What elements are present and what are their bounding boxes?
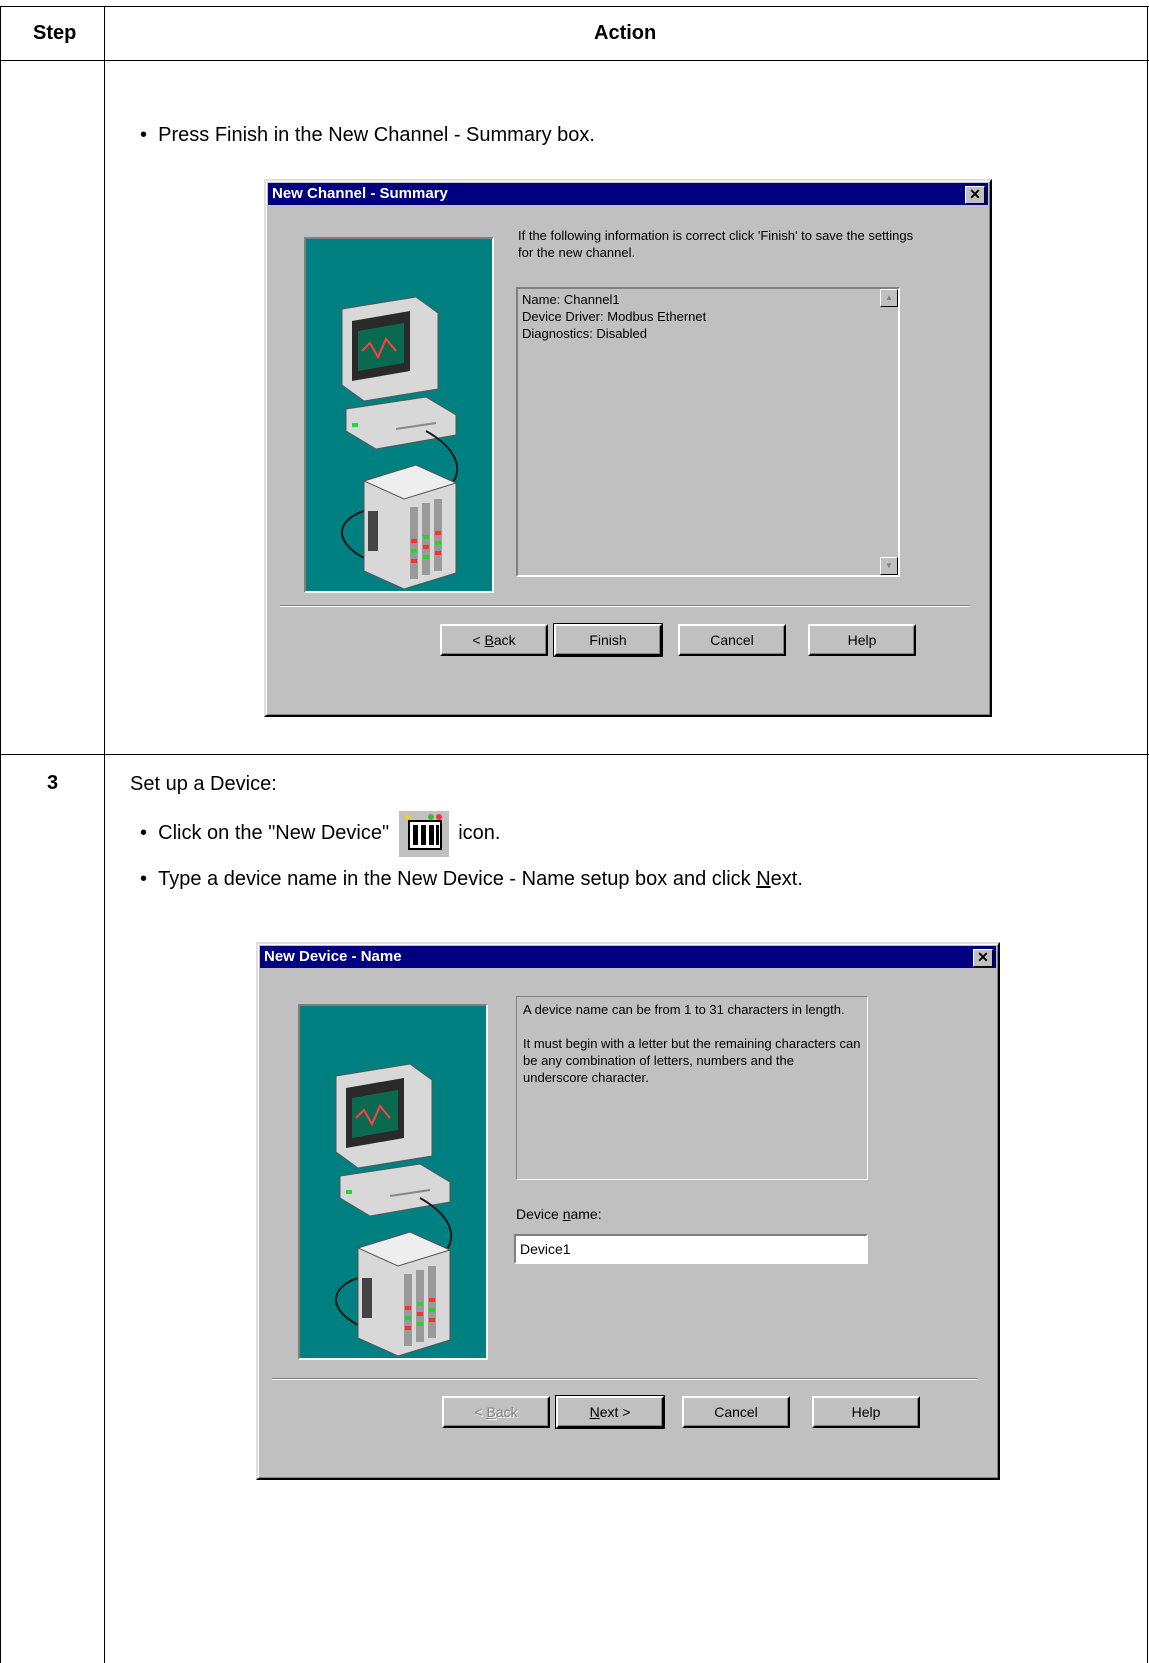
row1-bullet-text: Press Finish in the New Channel - Summar… — [158, 124, 595, 146]
new-channel-summary-dialog: New Channel - Summary ✕ If the following… — [264, 179, 992, 717]
list-item: Diagnostics: Disabled — [522, 326, 648, 341]
back-button[interactable]: < Back — [440, 624, 548, 656]
device-rack-icon — [362, 464, 458, 590]
dialog-title: New Device - Name — [264, 948, 402, 965]
header-action: Action — [594, 22, 657, 44]
computer-device-illustration — [341, 296, 459, 590]
device-name-input[interactable]: Device1 — [514, 1234, 868, 1264]
row2-bullet2: • Type a device name in the New Device -… — [140, 868, 803, 890]
scroll-down-icon[interactable]: ▼ — [880, 557, 898, 575]
close-button[interactable]: ✕ — [965, 186, 985, 204]
list-item: Device Driver: Modbus Ethernet — [522, 309, 707, 324]
scroll-up-icon[interactable]: ▲ — [880, 289, 898, 307]
next-button[interactable]: Next > — [555, 1395, 665, 1429]
help-button[interactable]: Help — [808, 624, 916, 656]
computer-icon — [341, 296, 457, 450]
list-item: Name: Channel1 — [522, 292, 620, 307]
header-step: Step — [33, 22, 77, 44]
procedure-table: Step Action • Press Finish in the New Ch… — [0, 0, 1149, 1663]
illustration-panel — [298, 1004, 488, 1360]
cancel-button[interactable]: Cancel — [682, 1396, 790, 1428]
close-button[interactable]: ✕ — [973, 949, 993, 967]
new-device-name-dialog: New Device - Name ✕ A device name can be… — [256, 942, 1000, 1480]
step-number: 3 — [47, 772, 59, 794]
dialog-title-bar: New Device - Name ✕ — [260, 946, 996, 968]
dialog-title: New Channel - Summary — [272, 185, 448, 202]
summary-listbox[interactable]: Name: Channel1 Device Driver: Modbus Eth… — [516, 287, 900, 577]
computer-icon — [335, 1063, 451, 1217]
button-separator — [280, 605, 970, 607]
table-border-right — [1147, 6, 1148, 1663]
device-name-label: Device name: — [516, 1206, 602, 1222]
row2-bullet1: • Click on the "New Device" icon. — [140, 808, 500, 858]
bullet-dot: • — [140, 124, 148, 146]
illustration-panel — [304, 237, 494, 593]
computer-device-illustration — [335, 1063, 453, 1357]
close-icon: ✕ — [977, 949, 989, 965]
vertical-scrollbar[interactable]: ▲ ▼ — [880, 289, 898, 575]
summary-info-text: If the following information is correct … — [518, 228, 914, 260]
help-paragraph: It must begin with a letter but the rema… — [523, 1036, 861, 1085]
column-divider — [104, 6, 105, 1663]
help-button[interactable]: Help — [812, 1396, 920, 1428]
close-icon: ✕ — [969, 186, 981, 202]
table-border-left — [0, 6, 1, 1663]
bullet-dot: • — [140, 868, 148, 890]
header-divider — [0, 60, 1149, 61]
new-device-icon — [398, 810, 449, 857]
device-rack-icon — [356, 1231, 452, 1357]
row2-intro: Set up a Device: — [130, 773, 277, 795]
row1-bullet: • Press Finish in the New Channel - Summ… — [140, 124, 595, 147]
help-paragraph: A device name can be from 1 to 31 charac… — [523, 1002, 845, 1017]
bullet-dot: • — [140, 822, 148, 844]
row2-bullet1-suffix: icon. — [458, 822, 501, 844]
button-separator — [272, 1378, 978, 1380]
table-border-top — [0, 6, 1149, 7]
dialog-title-bar: New Channel - Summary ✕ — [268, 183, 988, 205]
row2-bullet1-text: Click on the "New Device" — [158, 822, 390, 844]
row-divider — [0, 754, 1149, 755]
finish-button[interactable]: Finish — [553, 623, 663, 657]
cancel-button[interactable]: Cancel — [678, 624, 786, 656]
device-name-help-box: A device name can be from 1 to 31 charac… — [516, 996, 868, 1180]
back-button[interactable]: < Back — [442, 1396, 550, 1428]
